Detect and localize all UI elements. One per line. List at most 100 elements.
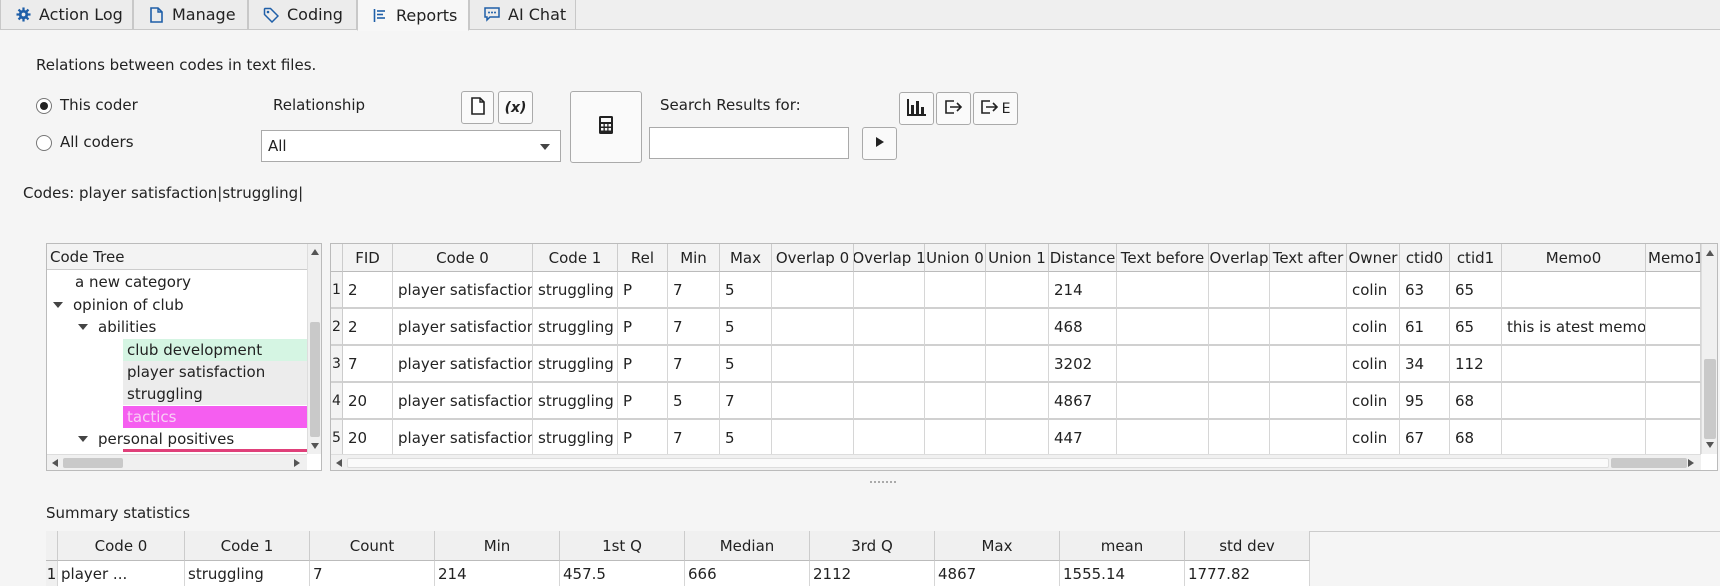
table-horizontal-scrollbar[interactable] <box>331 454 1701 470</box>
table-cell[interactable]: 65 <box>1450 309 1502 346</box>
table-cell[interactable] <box>1117 272 1209 309</box>
tree-item-abilities[interactable]: abilities <box>78 316 156 338</box>
column-header[interactable]: Min <box>668 244 720 272</box>
table-cell[interactable] <box>986 309 1049 346</box>
table-cell[interactable]: player satisfaction <box>393 272 533 309</box>
table-cell[interactable] <box>1502 420 1646 457</box>
table-cell[interactable] <box>1646 383 1701 420</box>
expand-icon[interactable] <box>53 302 63 308</box>
search-input[interactable] <box>649 127 849 159</box>
table-vertical-thumb[interactable] <box>1704 359 1716 439</box>
summary-column-header[interactable]: std dev <box>1185 531 1310 561</box>
column-header[interactable]: ctid0 <box>1400 244 1450 272</box>
table-cell[interactable]: 5 <box>668 383 720 420</box>
table-cell[interactable]: 5 <box>720 309 772 346</box>
table-cell[interactable] <box>1117 309 1209 346</box>
table-cell[interactable] <box>1502 383 1646 420</box>
column-header[interactable]: Text after <box>1270 244 1347 272</box>
scroll-down-icon[interactable] <box>1706 442 1714 448</box>
column-header[interactable]: FID <box>343 244 393 272</box>
table-cell[interactable]: struggling <box>533 346 618 383</box>
column-header[interactable]: Max <box>720 244 772 272</box>
table-cell[interactable]: P <box>618 272 668 309</box>
table-cell[interactable]: P <box>618 346 668 383</box>
tree-vertical-scrollbar[interactable] <box>307 244 321 454</box>
table-cell[interactable]: 7 <box>668 420 720 457</box>
search-run-button[interactable] <box>862 127 897 160</box>
table-cell[interactable] <box>1646 309 1701 346</box>
summary-column-header[interactable]: Code 0 <box>58 531 185 561</box>
variable-button[interactable]: (x) <box>498 91 533 124</box>
tree-item-personal-positives[interactable]: personal positives <box>78 428 234 450</box>
column-header[interactable]: Union 1 <box>986 244 1049 272</box>
column-header[interactable]: Rel <box>618 244 668 272</box>
table-cell[interactable]: 7 <box>668 346 720 383</box>
table-cell[interactable] <box>1209 383 1270 420</box>
table-cell[interactable]: player satisfaction <box>393 420 533 457</box>
table-cell[interactable]: P <box>618 420 668 457</box>
table-cell[interactable]: 5 <box>720 420 772 457</box>
table-cell[interactable]: 2 <box>343 272 393 309</box>
export-excel-button[interactable]: E <box>973 92 1018 125</box>
table-cell[interactable]: colin <box>1347 346 1400 383</box>
table-cell[interactable]: 5 <box>720 346 772 383</box>
table-cell[interactable] <box>1270 346 1347 383</box>
column-header[interactable]: Overlap <box>1209 244 1270 272</box>
table-cell[interactable] <box>854 309 925 346</box>
table-cell[interactable]: struggling <box>533 309 618 346</box>
table-cell[interactable]: 65 <box>1450 272 1502 309</box>
table-cell[interactable]: colin <box>1347 383 1400 420</box>
table-cell[interactable]: 7 <box>668 309 720 346</box>
table-cell[interactable]: struggling <box>533 272 618 309</box>
scroll-down-icon[interactable] <box>311 443 319 449</box>
column-header[interactable]: Memo0 <box>1502 244 1646 272</box>
table-cell[interactable]: 7 <box>668 272 720 309</box>
table-cell[interactable]: 68 <box>1450 383 1502 420</box>
table-cell[interactable] <box>1117 346 1209 383</box>
table-cell[interactable] <box>1209 309 1270 346</box>
this-coder-radio[interactable] <box>36 98 52 114</box>
table-cell[interactable] <box>986 272 1049 309</box>
table-cell[interactable]: 4867 <box>1049 383 1117 420</box>
new-report-button[interactable] <box>461 91 494 124</box>
table-cell[interactable]: 68 <box>1450 420 1502 457</box>
table-cell[interactable] <box>1270 420 1347 457</box>
tab-action-log[interactable]: Action Log <box>0 0 133 30</box>
table-cell[interactable]: player satisfaction <box>393 346 533 383</box>
table-cell[interactable] <box>854 346 925 383</box>
table-cell[interactable]: 214 <box>1049 272 1117 309</box>
calculate-button[interactable] <box>570 91 642 163</box>
table-cell[interactable] <box>1502 272 1646 309</box>
table-horizontal-thumb[interactable] <box>347 458 1609 468</box>
column-header[interactable]: Overlap 1 <box>854 244 925 272</box>
table-cell[interactable]: 20 <box>343 383 393 420</box>
summary-column-header[interactable]: 3rd Q <box>810 531 935 561</box>
table-cell[interactable]: 7 <box>343 346 393 383</box>
summary-column-header[interactable]: Max <box>935 531 1060 561</box>
scroll-up-icon[interactable] <box>311 249 319 255</box>
table-cell[interactable] <box>772 309 854 346</box>
table-cell[interactable]: 447 <box>1049 420 1117 457</box>
table-cell[interactable]: colin <box>1347 309 1400 346</box>
table-cell[interactable]: colin <box>1347 272 1400 309</box>
table-cell[interactable] <box>925 272 986 309</box>
table-cell[interactable]: 112 <box>1450 346 1502 383</box>
table-cell[interactable]: 61 <box>1400 309 1450 346</box>
export-button[interactable] <box>936 92 971 125</box>
table-cell[interactable] <box>1117 420 1209 457</box>
table-cell[interactable] <box>1117 383 1209 420</box>
table-cell[interactable] <box>854 383 925 420</box>
tree-horizontal-thumb[interactable] <box>63 458 123 468</box>
table-cell[interactable] <box>1270 383 1347 420</box>
summary-column-header[interactable]: Count <box>310 531 435 561</box>
column-header[interactable]: Code 0 <box>393 244 533 272</box>
table-cell[interactable] <box>925 346 986 383</box>
relationship-select[interactable]: All <box>261 130 561 162</box>
column-header[interactable]: Memo1 <box>1646 244 1701 272</box>
table-cell[interactable]: P <box>618 309 668 346</box>
table-cell[interactable] <box>1209 272 1270 309</box>
tree-item-tactics[interactable]: tactics <box>123 406 307 428</box>
table-vertical-scrollbar[interactable] <box>1701 244 1717 454</box>
column-header[interactable]: Owner <box>1347 244 1400 272</box>
scroll-left-icon[interactable] <box>336 459 342 467</box>
